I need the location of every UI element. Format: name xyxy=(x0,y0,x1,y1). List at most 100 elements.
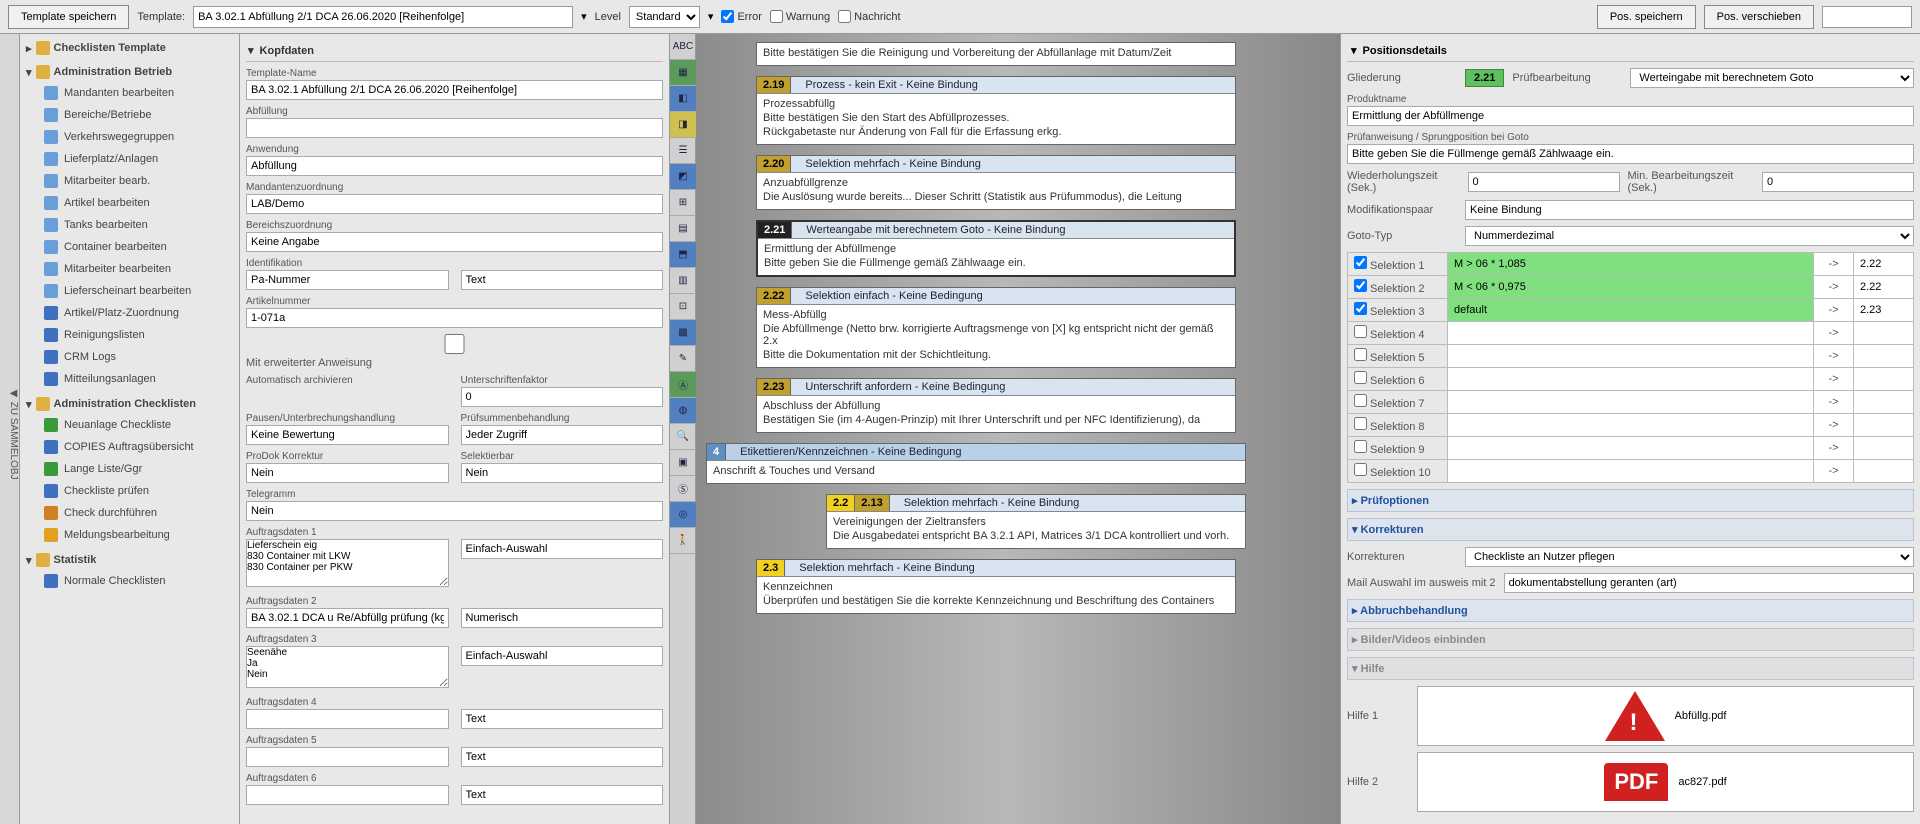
tool-icon[interactable]: ▩ xyxy=(670,320,696,346)
nav-item[interactable]: Verkehrswegegruppen xyxy=(24,126,235,148)
sel-value[interactable] xyxy=(1448,460,1814,483)
minb-input[interactable] xyxy=(1762,172,1914,192)
flow-node[interactable]: 2.22.13Selektion mehrfach - Keine Bindun… xyxy=(826,494,1246,549)
dropdown-icon[interactable]: ▾ xyxy=(581,10,587,23)
tool-icon[interactable]: ◨ xyxy=(670,112,696,138)
tool-icon[interactable]: ◍ xyxy=(670,398,696,424)
nav-item[interactable]: Artikel/Platz-Zuordnung xyxy=(24,302,235,324)
wdh-input[interactable] xyxy=(1468,172,1620,192)
hilfe1-box[interactable]: Abfüllg.pdf xyxy=(1417,686,1914,746)
tool-icon[interactable]: Ⓢ xyxy=(670,476,696,502)
tool-icon[interactable]: ⬒ xyxy=(670,242,696,268)
tool-icon[interactable]: ⊡ xyxy=(670,294,696,320)
sel-value[interactable] xyxy=(1448,414,1814,437)
sel-checkbox[interactable] xyxy=(1354,302,1367,315)
pruefb-select[interactable]: Werteingabe mit berechnetem Goto xyxy=(1630,68,1914,88)
flow-node[interactable]: 2.3Selektion mehrfach - Keine Bindung Ke… xyxy=(756,559,1236,614)
auf3-type[interactable] xyxy=(461,646,664,666)
error-checkbox[interactable] xyxy=(721,10,734,23)
flow-node[interactable]: 2.20Selektion mehrfach - Keine Bindung A… xyxy=(756,155,1236,210)
tool-abc[interactable]: ABC xyxy=(670,34,696,60)
sel-target[interactable] xyxy=(1854,460,1914,483)
tool-icon[interactable]: ⊞ xyxy=(670,190,696,216)
sel-target[interactable]: 2.22 xyxy=(1854,276,1914,299)
nav-item[interactable]: Lange Liste/Ggr xyxy=(24,458,235,480)
goto-select[interactable]: Nummerdezimal xyxy=(1465,226,1914,246)
sel-target[interactable]: 2.23 xyxy=(1854,299,1914,322)
tool-icon[interactable]: ☰ xyxy=(670,138,696,164)
section-hilfe[interactable]: ▾ Hilfe xyxy=(1347,657,1914,680)
sel-value[interactable] xyxy=(1448,345,1814,368)
position-input[interactable] xyxy=(1822,6,1912,28)
auf2-type[interactable] xyxy=(461,608,664,628)
selection-row[interactable]: Selektion 3default->2.23 xyxy=(1348,299,1914,322)
sel-checkbox[interactable] xyxy=(1354,394,1367,407)
ident-right-input[interactable] xyxy=(461,270,664,290)
anwendung-input[interactable] xyxy=(246,156,663,176)
move-position-button[interactable]: Pos. verschieben xyxy=(1704,5,1814,29)
sel-value[interactable]: M < 06 * 0,975 xyxy=(1448,276,1814,299)
mail-input[interactable] xyxy=(1504,573,1914,593)
sel-target[interactable] xyxy=(1854,345,1914,368)
nav-item[interactable]: Artikel bearbeiten xyxy=(24,192,235,214)
note-checkbox[interactable] xyxy=(838,10,851,23)
mandant-input[interactable] xyxy=(246,194,663,214)
tool-person-icon[interactable]: 🚶 xyxy=(670,528,696,554)
pausen-input[interactable] xyxy=(246,425,449,445)
unterschrift-input[interactable] xyxy=(461,387,664,407)
selection-row[interactable]: Selektion 10-> xyxy=(1348,460,1914,483)
ident-left-input[interactable] xyxy=(246,270,449,290)
tool-icon[interactable]: ◎ xyxy=(670,502,696,528)
sel-target[interactable] xyxy=(1854,437,1914,460)
nav-item[interactable]: Lieferscheinart bearbeiten xyxy=(24,280,235,302)
sel-value[interactable] xyxy=(1448,437,1814,460)
nav-item[interactable]: Tanks bearbeiten xyxy=(24,214,235,236)
sel-target[interactable] xyxy=(1854,322,1914,345)
auf4-input[interactable] xyxy=(246,709,449,729)
level-select[interactable]: Standard xyxy=(629,6,700,28)
nav-item[interactable]: Neuanlage Checkliste xyxy=(24,414,235,436)
selection-row[interactable]: Selektion 2M < 06 * 0,975->2.22 xyxy=(1348,276,1914,299)
auf3-input[interactable]: Seenähe Ja Nein xyxy=(246,646,449,688)
flow-node[interactable]: 4Etikettieren/Kennzeichnen - Keine Bedin… xyxy=(706,443,1246,484)
auf2-input[interactable] xyxy=(246,608,449,628)
auf6-input[interactable] xyxy=(246,785,449,805)
section-pruefoptionen[interactable]: ▸ Prüfoptionen xyxy=(1347,489,1914,512)
tool-icon[interactable]: ▣ xyxy=(670,450,696,476)
nav-item[interactable]: Mitarbeiter bearbeiten xyxy=(24,258,235,280)
nav-item[interactable]: Lieferplatz/Anlagen xyxy=(24,148,235,170)
bereich-input[interactable] xyxy=(246,232,663,252)
tool-icon[interactable]: Ⓐ xyxy=(670,372,696,398)
auf5-type[interactable] xyxy=(461,747,664,767)
selection-row[interactable]: Selektion 6-> xyxy=(1348,368,1914,391)
nav-group-templates[interactable]: ▸Checklisten Template xyxy=(24,38,235,58)
sidebar-handle[interactable]: ◀ ZU SAMMELOBJ xyxy=(0,34,20,824)
sel-checkbox[interactable] xyxy=(1354,371,1367,384)
pruef-input[interactable] xyxy=(461,425,664,445)
nav-item[interactable]: Container bearbeiten xyxy=(24,236,235,258)
section-abbruch[interactable]: ▸ Abbruchbehandlung xyxy=(1347,599,1914,622)
auf4-type[interactable] xyxy=(461,709,664,729)
section-bilder[interactable]: ▸ Bilder/Videos einbinden xyxy=(1347,628,1914,651)
flow-node-selected[interactable]: 2.21Werteangabe mit berechnetem Goto - K… xyxy=(756,220,1236,277)
flow-node[interactable]: 2.22Selektion einfach - Keine Bedingung … xyxy=(756,287,1236,368)
auf6-type[interactable] xyxy=(461,785,664,805)
sel-checkbox[interactable] xyxy=(1354,348,1367,361)
sel-value[interactable] xyxy=(1448,368,1814,391)
sel-value[interactable] xyxy=(1448,322,1814,345)
sel-checkbox[interactable] xyxy=(1354,417,1367,430)
selection-row[interactable]: Selektion 1M > 06 * 1,085->2.22 xyxy=(1348,253,1914,276)
flow-node[interactable]: Bitte bestätigen Sie die Reinigung und V… xyxy=(756,42,1236,66)
korr-select[interactable]: Checkliste an Nutzer pflegen xyxy=(1465,547,1914,567)
sel-checkbox[interactable] xyxy=(1354,440,1367,453)
template-input[interactable] xyxy=(193,6,573,28)
abfuellung-input[interactable] xyxy=(246,118,663,138)
nav-item[interactable]: Check durchführen xyxy=(24,502,235,524)
sel-target[interactable] xyxy=(1854,368,1914,391)
prod-input[interactable] xyxy=(1347,106,1914,126)
nav-item[interactable]: Meldungsbearbeitung xyxy=(24,524,235,546)
sel-value[interactable] xyxy=(1448,391,1814,414)
dropdown-icon[interactable]: ▾ xyxy=(708,10,714,23)
nav-group-statistik[interactable]: ▾Statistik xyxy=(24,550,235,570)
template-name-input[interactable] xyxy=(246,80,663,100)
